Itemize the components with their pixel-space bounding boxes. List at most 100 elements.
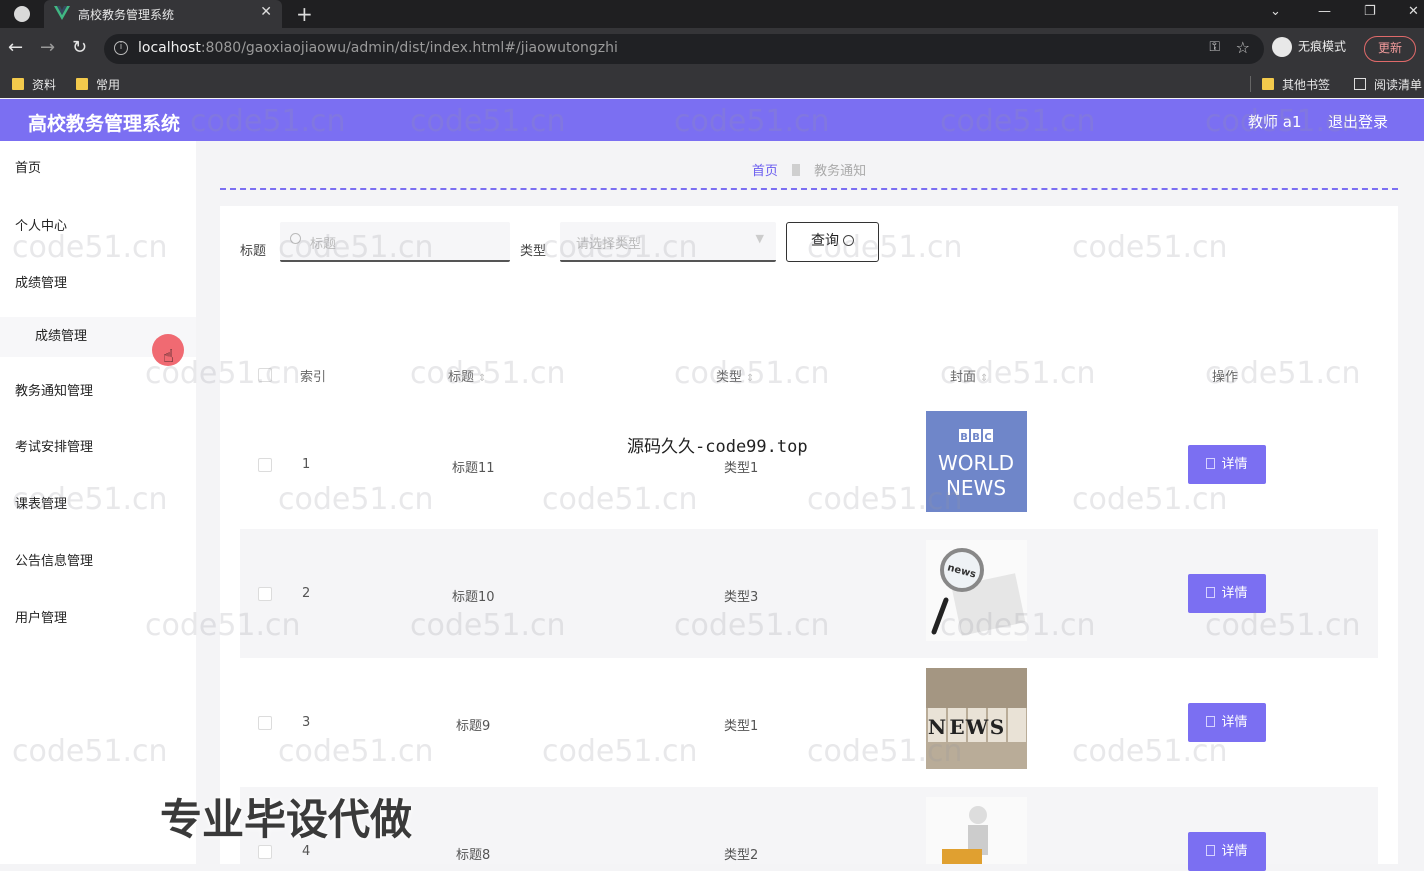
sidebar-item-users[interactable]: 用户管理: [0, 599, 196, 639]
detail-button[interactable]: 详情: [1188, 703, 1266, 742]
row-index: 2: [302, 586, 311, 601]
cover-image-news-magnifier: news: [926, 540, 1027, 641]
sidebar-item-grades[interactable]: 成绩管理: [0, 264, 196, 304]
row-title: 标题8: [456, 848, 491, 863]
detail-button[interactable]: 详情: [1188, 574, 1266, 613]
row-title: 标题10: [452, 590, 495, 605]
title-filter-label: 标题: [240, 244, 267, 259]
type-filter-label: 类型: [520, 244, 547, 259]
row-title: 标题9: [456, 719, 491, 734]
incognito-icon: [1272, 37, 1292, 57]
row-type: 类型2: [724, 848, 759, 863]
sidebar-item-home[interactable]: 首页: [0, 149, 196, 189]
folder-icon: [1262, 78, 1274, 90]
new-tab-icon[interactable]: +: [296, 2, 313, 26]
site-info-icon[interactable]: i: [114, 41, 128, 55]
url-text: localhost:8080/gaoxiaojiaowu/admin/dist/…: [138, 40, 618, 56]
sort-icon: ⇕: [980, 373, 989, 384]
browser-toolbar: ← → ↻ i localhost:8080/gaoxiaojiaowu/adm…: [0, 28, 1424, 70]
table-row: 3 标题9 类型1 N E W S 详情: [240, 658, 1378, 787]
search-icon: [290, 233, 301, 244]
column-header-cover[interactable]: 封面 ⇕: [950, 366, 988, 385]
window-close-icon[interactable]: ✕: [1408, 4, 1419, 19]
detail-button[interactable]: 详情: [1188, 832, 1266, 871]
type-select[interactable]: 请选择类型 ▼: [560, 222, 776, 262]
detail-button[interactable]: 详情: [1188, 445, 1266, 484]
title-search-input[interactable]: 标题: [280, 222, 510, 262]
row-title: 标题11: [452, 461, 495, 476]
incognito-indicator[interactable]: 无痕模式: [1272, 37, 1346, 57]
close-tab-icon[interactable]: ✕: [260, 4, 272, 20]
bookmark-folder[interactable]: 资料: [12, 76, 56, 93]
svg-text:NEWS: NEWS: [946, 476, 1006, 500]
breadcrumb-home[interactable]: 首页: [752, 164, 778, 179]
bookmark-divider: [1250, 76, 1251, 92]
browser-tab-bar: 高校教务管理系统 ✕ + ⌄ — ❐ ✕: [0, 0, 1424, 28]
sort-icon: ⇕: [746, 373, 755, 384]
sidebar-item-profile[interactable]: 个人中心: [0, 207, 196, 247]
update-button[interactable]: 更新: [1364, 36, 1416, 62]
bookmarks-bar: 资料 常用 其他书签 阅读清单: [0, 70, 1424, 98]
address-bar[interactable]: i localhost:8080/gaoxiaojiaowu/admin/dis…: [104, 34, 1264, 64]
breadcrumb: 首页 教务通知: [220, 160, 1398, 179]
row-checkbox[interactable]: [258, 587, 272, 601]
bookmark-star-icon[interactable]: ☆: [1236, 38, 1250, 57]
reading-list[interactable]: 阅读清单: [1354, 76, 1422, 93]
column-header-title[interactable]: 标题 ⇕: [448, 366, 486, 385]
folder-icon: [12, 78, 24, 90]
document-icon: [1206, 587, 1216, 598]
breadcrumb-current: 教务通知: [814, 164, 867, 179]
document-icon: [1206, 845, 1216, 856]
bookmark-folder[interactable]: 常用: [76, 76, 120, 93]
svg-text:W: W: [965, 715, 989, 739]
cover-image-bbc: B B C WORLD NEWS: [926, 411, 1027, 512]
type-placeholder: 请选择类型: [576, 237, 642, 252]
key-icon[interactable]: ⚿: [1209, 39, 1220, 55]
back-icon[interactable]: ←: [8, 37, 23, 58]
current-user: 教师 a1: [1248, 113, 1302, 131]
svg-text:B: B: [960, 432, 968, 443]
row-checkbox[interactable]: [258, 458, 272, 472]
other-bookmarks[interactable]: 其他书签: [1262, 76, 1330, 93]
chevron-down-icon: ▼: [755, 232, 764, 245]
query-button[interactable]: 查询: [786, 222, 879, 262]
row-checkbox[interactable]: [258, 845, 272, 859]
sort-icon: ⇕: [478, 373, 487, 384]
table-row: 1 标题11 类型1 B B C WORLD NEWS 详情: [240, 400, 1378, 529]
header-divider: [220, 188, 1398, 190]
pointer-hand-icon: ☝: [163, 346, 174, 367]
svg-text:S: S: [990, 715, 1004, 739]
row-type: 类型1: [724, 461, 759, 476]
cover-image-news-blocks: N E W S: [926, 668, 1027, 769]
column-header-type[interactable]: 类型 ⇕: [716, 366, 754, 385]
row-index: 3: [302, 715, 311, 730]
minimize-icon[interactable]: —: [1318, 4, 1331, 19]
svg-text:B: B: [972, 432, 980, 443]
source-overlay-text: 源码久久-code99.top: [627, 437, 808, 457]
document-icon: [1206, 458, 1216, 469]
sidebar-item-schedule[interactable]: 课表管理: [0, 485, 196, 525]
restore-icon[interactable]: ❐: [1364, 4, 1376, 19]
forward-icon[interactable]: →: [40, 37, 55, 58]
folder-icon: [76, 78, 88, 90]
sidebar-item-notices[interactable]: 教务通知管理: [0, 372, 196, 412]
cover-image-news-figure: [926, 797, 1027, 864]
sidebar-item-announcements[interactable]: 公告信息管理: [0, 542, 196, 582]
svg-text:C: C: [984, 432, 991, 443]
select-all-checkbox[interactable]: [258, 368, 272, 382]
tab-search-icon[interactable]: ⌄: [1270, 4, 1281, 19]
app-title: 高校教务管理系统: [28, 113, 181, 135]
promo-overlay-text: 专业毕设代做: [160, 795, 413, 844]
reading-list-icon: [1354, 78, 1366, 90]
sidebar-item-exams[interactable]: 考试安排管理: [0, 428, 196, 468]
vue-logo-icon: [54, 6, 70, 20]
sidebar: 首页 个人中心 成绩管理 成绩管理 教务通知管理 考试安排管理 课表管理 公告信…: [0, 141, 196, 864]
browser-tab[interactable]: 高校教务管理系统 ✕: [44, 0, 282, 28]
main-panel: 标题 标题 类型 请选择类型 ▼ 查询 索引 标题 ⇕ 类型 ⇕ 封面 ⇕ 操作 1 …: [220, 206, 1398, 871]
browser-logo-icon: [14, 6, 30, 22]
logout-link[interactable]: 退出登录: [1328, 111, 1388, 132]
table-header: 索引 标题 ⇕ 类型 ⇕ 封面 ⇕ 操作: [240, 354, 1378, 394]
row-index: 1: [302, 457, 311, 472]
row-checkbox[interactable]: [258, 716, 272, 730]
reload-icon[interactable]: ↻: [72, 37, 87, 58]
